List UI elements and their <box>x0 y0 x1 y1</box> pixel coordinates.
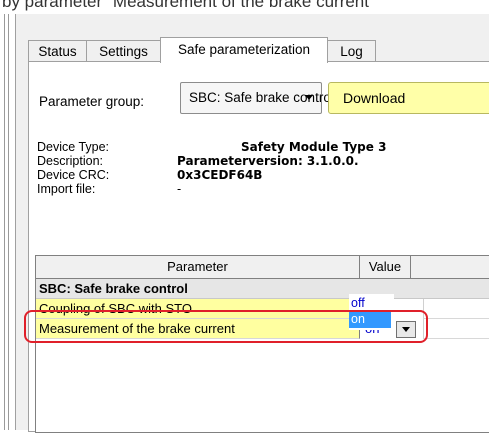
column-header-parameter[interactable]: Parameter <box>36 256 360 279</box>
download-button[interactable]: Download <box>328 82 489 114</box>
chevron-down-icon <box>305 95 313 100</box>
window-edge-line <box>4 14 5 430</box>
download-button-label: Download <box>343 90 406 106</box>
parameter-grid: Parameter Value SBC: Safe brake control … <box>35 255 489 433</box>
dropdown-option-on[interactable]: on <box>349 312 391 328</box>
value-dropdown-list: off on <box>349 294 394 330</box>
caption-text: by parameter "Measurement of the brake c… <box>2 0 376 11</box>
dropdown-option-off[interactable]: off <box>349 296 391 312</box>
column-header-value[interactable]: Value <box>360 256 411 279</box>
safe-parameterization-content: Parameter group: SBC: Safe brake control… <box>28 61 489 433</box>
table-row[interactable]: Measurement of the brake current on <box>36 319 489 339</box>
import-file-label: Import file: <box>37 182 96 196</box>
device-crc-value: 0x3CEDF64B <box>177 168 263 182</box>
window-edge-line <box>8 14 9 430</box>
description-value: Parameterversion: 3.1.0.0. <box>177 154 359 168</box>
device-crc-label: Device CRC: <box>37 168 110 182</box>
parameter-cell: Measurement of the brake current <box>36 319 360 339</box>
tab-safe-parameterization[interactable]: Safe parameterization <box>160 37 328 63</box>
device-type-value: Safety Module Type 3 <box>241 140 387 154</box>
parameter-cell: Coupling of SBC with STO <box>36 299 360 319</box>
import-file-value: - <box>177 182 182 196</box>
parameter-group-select[interactable]: SBC: Safe brake control <box>180 82 334 114</box>
device-type-label: Device Type: <box>37 140 110 154</box>
tab-log[interactable]: Log <box>327 40 376 62</box>
description-label: Description: <box>37 154 103 168</box>
parameter-group-label: Parameter group: <box>39 94 145 109</box>
value-dropdown-button[interactable] <box>396 321 416 338</box>
device-panel: Status Settings Safe parameterization Lo… <box>15 14 489 433</box>
column-header-filler <box>411 256 489 279</box>
tab-status[interactable]: Status <box>28 40 87 62</box>
chevron-down-icon <box>402 327 410 332</box>
table-row[interactable]: Coupling of SBC with STO off <box>36 299 489 319</box>
group-row-sbc[interactable]: SBC: Safe brake control <box>36 279 489 299</box>
row-filler <box>423 299 489 319</box>
tab-settings[interactable]: Settings <box>86 40 161 62</box>
row-filler <box>423 319 489 339</box>
